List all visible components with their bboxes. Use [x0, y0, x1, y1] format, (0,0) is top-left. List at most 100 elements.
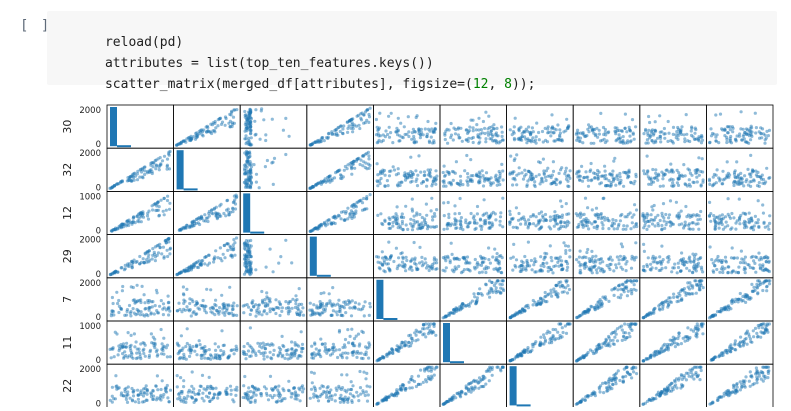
data-point [447, 215, 451, 220]
data-point [689, 213, 693, 217]
data-point [383, 255, 387, 259]
data-point [601, 174, 605, 178]
data-point [136, 309, 140, 313]
data-point [329, 222, 333, 226]
data-point [544, 294, 548, 298]
data-point [344, 302, 348, 307]
data-point [162, 213, 166, 217]
data-point [120, 179, 124, 183]
data-point [424, 202, 428, 206]
code-editor[interactable]: reload(pd) attributes = list(top_ten_fea… [47, 11, 777, 92]
data-point [732, 256, 737, 260]
data-point [558, 322, 563, 326]
data-point [175, 341, 179, 345]
code-cell[interactable]: [ ] reload(pd) attributes = list(top_ten… [0, 0, 791, 92]
data-point [718, 179, 722, 183]
data-point [377, 138, 381, 142]
data-point [139, 342, 143, 346]
data-point [750, 170, 755, 174]
data-point [412, 240, 416, 245]
data-point [125, 219, 129, 223]
data-point [602, 215, 607, 219]
data-point [660, 266, 664, 270]
data-point [264, 343, 268, 347]
data-point [717, 176, 721, 180]
data-point [629, 322, 633, 326]
data-point [628, 279, 633, 283]
data-point [612, 227, 616, 231]
data-point [725, 160, 729, 164]
data-point [697, 288, 702, 292]
data-point [661, 307, 665, 311]
data-point [501, 138, 505, 142]
data-point [543, 175, 547, 179]
data-point [560, 166, 564, 170]
data-point [498, 266, 502, 270]
data-point [138, 262, 142, 266]
data-point [277, 306, 281, 310]
data-point [158, 163, 162, 167]
data-point [165, 343, 170, 347]
data-point [492, 127, 496, 131]
data-point [531, 213, 535, 217]
data-point [741, 127, 745, 131]
data-point [690, 126, 694, 130]
data-point [667, 254, 671, 259]
data-point [465, 128, 469, 132]
data-point [740, 180, 744, 184]
data-point [383, 270, 387, 274]
data-point [324, 180, 328, 184]
data-point [125, 341, 129, 345]
data-point [699, 209, 703, 214]
data-point [537, 130, 541, 135]
data-point [718, 270, 722, 274]
data-point [126, 331, 130, 335]
data-point [328, 180, 332, 184]
data-point [612, 293, 616, 297]
data-point [404, 269, 408, 273]
data-point [423, 257, 427, 261]
data-point [548, 215, 553, 219]
data-point [271, 307, 275, 311]
data-point [390, 348, 395, 352]
data-point [117, 310, 121, 315]
data-point [544, 169, 549, 173]
data-point [247, 110, 251, 114]
data-point [523, 254, 527, 259]
data-point [213, 342, 217, 346]
data-point [471, 174, 475, 178]
data-point [300, 342, 305, 346]
data-point [380, 221, 384, 226]
data-point [235, 304, 239, 308]
data-point [387, 226, 391, 230]
data-point [596, 216, 600, 220]
data-point [623, 337, 627, 342]
data-point [481, 213, 485, 217]
data-point [451, 138, 455, 142]
data-point [514, 355, 518, 359]
data-point [466, 139, 470, 143]
data-point [765, 289, 769, 293]
data-point [534, 174, 538, 178]
data-point [701, 170, 705, 174]
data-point [768, 279, 772, 283]
data-point [633, 203, 637, 207]
data-point [535, 121, 539, 125]
data-point [459, 181, 463, 185]
data-point [376, 184, 380, 188]
data-point [498, 223, 502, 227]
data-point [335, 313, 339, 317]
data-point [534, 135, 538, 139]
data-point [153, 337, 157, 341]
data-point [494, 258, 499, 262]
subplot-3-4 [372, 234, 441, 279]
data-point [141, 313, 145, 317]
data-point [454, 222, 458, 226]
data-point [351, 162, 355, 166]
data-point [447, 128, 451, 132]
data-point [203, 213, 207, 217]
data-point [646, 170, 650, 174]
data-point [690, 271, 695, 275]
subplot-1-9 [706, 147, 774, 192]
data-point [387, 114, 391, 118]
